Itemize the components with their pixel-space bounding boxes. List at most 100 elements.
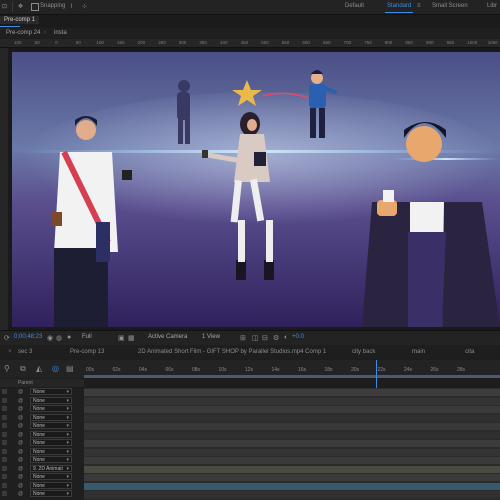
layer-duration-bar[interactable] [84,482,500,490]
layer-row[interactable]: @ None [0,456,84,464]
layer-row[interactable]: @ None [0,405,84,413]
visibility-toggle[interactable] [2,457,7,462]
layer-duration-bar[interactable] [84,431,500,439]
parent-select[interactable]: None [30,456,72,464]
color-channel-icon[interactable]: ● [67,334,71,341]
timeline-tab[interactable]: cita [465,349,474,355]
visibility-toggle[interactable] [2,431,7,437]
workspace-default[interactable]: Default [345,3,364,9]
flowchart-icon[interactable]: ⚙ [273,334,279,342]
current-timecode[interactable]: 0;00;48;23 [14,334,42,340]
breadcrumb-item[interactable]: Pre-comp 24 [6,30,40,36]
transparency-grid-icon[interactable]: ▦ [128,334,135,342]
select-tool-icon[interactable]: ⊡ [2,3,7,10]
pickwhip-icon[interactable]: @ [18,491,24,497]
parent-select[interactable]: None [30,405,72,413]
layer-duration-bar[interactable] [84,406,500,413]
visibility-toggle[interactable] [2,406,7,411]
layer-duration-bar[interactable] [84,414,500,422]
pickwhip-icon[interactable]: @ [18,474,24,480]
visibility-toggle[interactable] [2,491,7,496]
workspace-standard[interactable]: Standard [387,3,411,9]
pickwhip-icon[interactable]: @ [18,423,24,429]
layer-duration-bar[interactable] [84,397,500,405]
layer-row[interactable]: @ None [0,388,84,396]
parent-select[interactable]: None [30,413,72,422]
draft-3d-icon[interactable]: ◭ [36,364,42,373]
layer-duration-bar[interactable] [84,389,500,396]
workspace-small-screen[interactable]: Small Screen [432,3,468,9]
layer-row[interactable]: @ None [0,396,84,405]
pickwhip-icon[interactable]: @ [18,483,24,489]
workspace-menu-icon[interactable]: ≡ [417,3,421,9]
timeline-tab[interactable]: 2D Animated Short Film - GIFT SHOP by Pa… [138,349,326,355]
layer-duration-bar[interactable] [84,465,500,473]
parent-select[interactable]: None [30,422,72,430]
layer-row[interactable]: @ None [0,447,84,456]
parent-select[interactable]: None [30,388,72,396]
reset-exposure-icon[interactable]: ◐ [284,334,288,341]
visibility-toggle[interactable] [2,474,7,479]
timeline-tab[interactable]: main [412,349,425,355]
layer-row[interactable]: @9. 2D Animati [0,464,84,473]
visibility-toggle[interactable] [2,465,7,471]
pan-tool-icon[interactable]: ✥ [18,3,23,10]
parent-select[interactable]: None [30,439,72,447]
visibility-toggle[interactable] [2,440,7,445]
parent-select[interactable]: None [30,473,72,481]
view-layout-select[interactable]: 1 View [202,334,220,340]
pickwhip-icon[interactable]: @ [18,449,24,455]
layer-duration-bar[interactable] [84,491,500,498]
snapping-checkbox[interactable] [31,3,39,11]
parent-select[interactable]: None [30,430,72,439]
parent-select[interactable]: 9. 2D Animati [30,464,72,473]
search-icon[interactable]: ⚲ [4,364,10,373]
visibility-toggle[interactable] [2,414,7,420]
pickwhip-icon[interactable]: @ [18,398,24,404]
region-of-interest-icon[interactable]: ▣ [118,334,125,342]
layer-row[interactable]: @ None [0,439,84,447]
pickwhip-icon[interactable]: @ [18,389,24,395]
layer-row[interactable]: @ None [0,422,84,430]
pickwhip-icon[interactable]: @ [18,415,24,421]
visibility-toggle[interactable] [2,423,7,428]
layer-row[interactable]: @ None [0,490,84,498]
time-ruler[interactable]: 00s 02s 04s 06s 08s 10s 12s 14s 16s 18s 20s 22s 24s 2… [84,366,500,378]
composition-canvas[interactable] [12,52,500,327]
toggle-pixel-aspect-icon[interactable]: ⊞ [240,334,246,342]
fast-previews-icon[interactable]: ◫ [252,334,259,342]
timeline-track-area[interactable] [84,388,500,500]
show-snapshot-icon[interactable]: ◍ [56,334,62,342]
workspace-libraries[interactable]: Libr [487,3,497,9]
tab-composition[interactable]: Pre-comp 1 [0,16,40,24]
snapshot-icon[interactable]: ◉ [47,334,53,342]
always-preview-icon[interactable]: ⟳ [4,334,10,342]
timeline-tab[interactable]: sec 3 [18,349,32,355]
parent-select[interactable]: None [30,481,72,490]
timeline-icon[interactable]: ⊟ [262,334,268,342]
visibility-toggle[interactable] [2,397,7,403]
layer-row[interactable]: @ None [0,473,84,481]
composition-viewer[interactable] [0,48,500,330]
work-area-bar[interactable] [84,375,500,378]
visibility-toggle[interactable] [2,389,7,394]
pickwhip-icon[interactable]: @ [18,457,24,463]
pickwhip-icon[interactable]: @ [18,432,24,438]
parent-select[interactable]: None [30,447,72,456]
composition-mini-flowchart-icon[interactable]: ⧉ [20,364,26,374]
layer-row[interactable]: @ None [0,481,84,490]
parent-select[interactable]: None [30,490,72,498]
snap-mode-icon[interactable]: ⊹ [82,3,87,10]
pickwhip-icon[interactable]: @ [18,406,24,412]
visibility-toggle[interactable] [2,448,7,454]
timeline-tab[interactable]: city back [352,349,375,355]
pickwhip-icon[interactable]: @ [18,440,24,446]
visibility-toggle[interactable] [2,482,7,488]
parent-select[interactable]: None [30,396,72,405]
layer-duration-bar[interactable] [84,423,500,430]
layer-duration-bar[interactable] [84,474,500,481]
breadcrumb-item[interactable]: insta [54,30,67,36]
resolution-select[interactable]: Full [82,334,92,340]
camera-select[interactable]: Active Camera [148,334,187,340]
timeline-tab[interactable]: Pre-comp 13 [70,349,104,355]
